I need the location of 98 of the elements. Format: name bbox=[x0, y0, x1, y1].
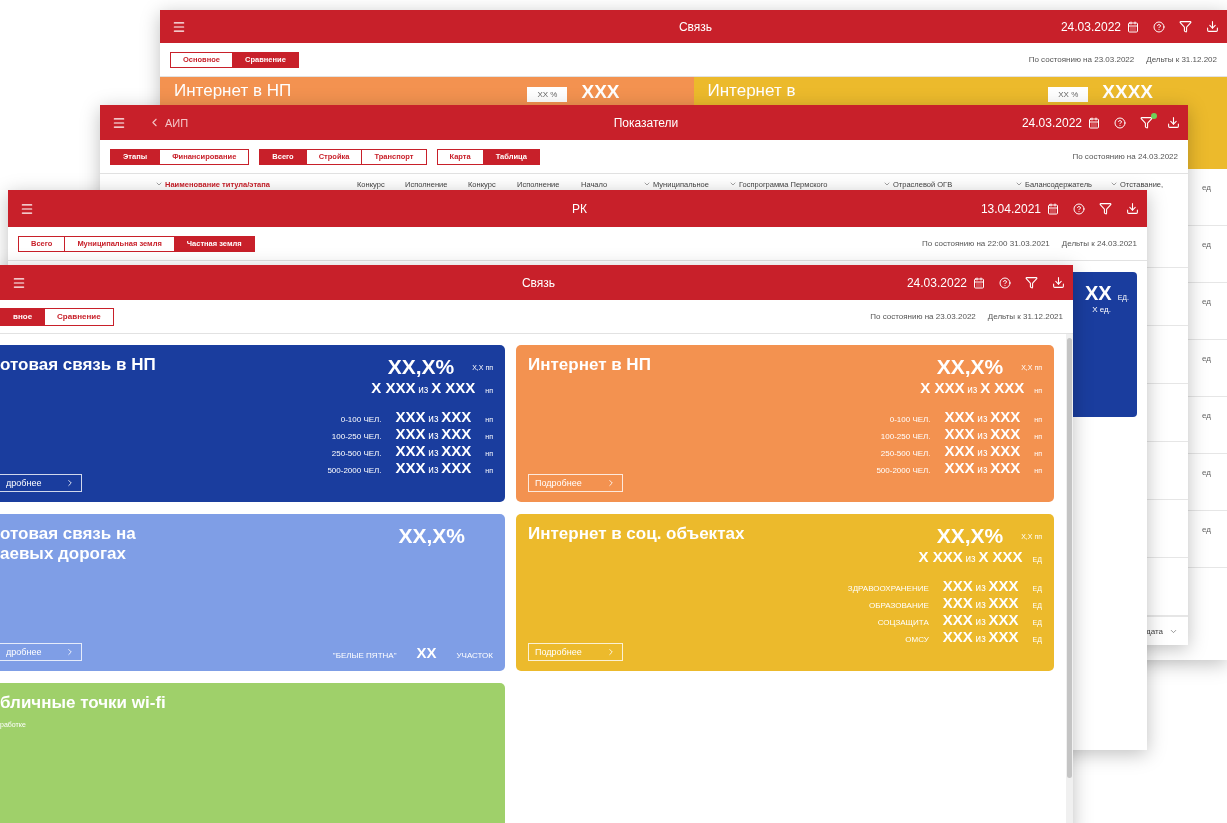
row-value: XXX из XXX bbox=[942, 611, 1019, 628]
card-note: X ед. bbox=[1092, 305, 1111, 314]
row-value: XXX из XXX bbox=[395, 442, 472, 459]
unit-text: ед bbox=[1202, 183, 1211, 192]
calendar-icon[interactable] bbox=[1127, 20, 1139, 33]
total-value: X XXX из X XXX bbox=[918, 548, 1023, 565]
back-link[interactable]: АИП bbox=[148, 116, 189, 129]
details-button[interactable]: дробнее bbox=[0, 474, 83, 492]
unit-text: ед bbox=[1202, 297, 1211, 306]
row-label: 100-250 ЧЕЛ. bbox=[331, 432, 382, 441]
row-value: XXX из XXX bbox=[395, 408, 472, 425]
row-value: XXX из XXX bbox=[395, 425, 472, 442]
calendar-icon[interactable] bbox=[1047, 202, 1059, 215]
calendar-icon[interactable] bbox=[973, 276, 985, 289]
status-text: Дельты к 31.12.2021 bbox=[987, 312, 1063, 321]
row-value: XXX из XXX bbox=[942, 594, 1019, 611]
row-label: ОМСУ bbox=[905, 635, 929, 644]
percent-value: XX,X% bbox=[387, 355, 455, 379]
download-icon[interactable] bbox=[1052, 276, 1065, 289]
row-label: 250-500 ЧЕЛ. bbox=[880, 449, 931, 458]
date-text: 24.03.2022 bbox=[906, 275, 967, 290]
total-value: X XXX из X XXX bbox=[920, 379, 1025, 396]
unit-text: ед bbox=[1202, 411, 1211, 420]
card-title: отовая связь на аевых дорогах bbox=[0, 524, 136, 564]
download-icon[interactable] bbox=[1126, 202, 1139, 215]
stat-value: XX bbox=[416, 644, 437, 661]
row-label: 100-250 ЧЕЛ. bbox=[880, 432, 931, 441]
menu-icon[interactable] bbox=[172, 19, 186, 34]
tab[interactable]: вное bbox=[1, 308, 45, 325]
scrollbar[interactable] bbox=[1066, 334, 1073, 823]
status-text: Дельты к 24.03.2021 bbox=[1061, 239, 1137, 248]
card-value: XXXX bbox=[1102, 81, 1153, 103]
help-icon[interactable] bbox=[1153, 20, 1165, 33]
caret-icon[interactable] bbox=[643, 180, 651, 188]
filter-icon[interactable] bbox=[1099, 202, 1112, 215]
row-value: XXX из XXX bbox=[944, 425, 1021, 442]
row-value: XXX из XXX bbox=[944, 459, 1021, 476]
card-title: Интернет в НП bbox=[174, 81, 293, 101]
row-value: XXX из XXX bbox=[944, 442, 1021, 459]
filter-icon[interactable] bbox=[1179, 20, 1192, 33]
date-text: 24.03.2022 bbox=[1021, 115, 1082, 130]
caret-icon[interactable] bbox=[1110, 180, 1118, 188]
menu-icon[interactable] bbox=[112, 115, 126, 130]
menu-icon[interactable] bbox=[20, 201, 34, 216]
caret-icon[interactable] bbox=[729, 180, 737, 188]
window-title: Показатели bbox=[613, 115, 679, 130]
row-value: XXX из XXX bbox=[942, 577, 1019, 594]
row-label: СОЦЗАЩИТА bbox=[877, 618, 929, 627]
window-title: Связь bbox=[678, 19, 713, 34]
date-text: 13.04.2021 bbox=[980, 201, 1041, 216]
row-value: XXX из XXX bbox=[942, 628, 1019, 645]
status-text: По состоянию на 23.03.2022 bbox=[870, 312, 976, 321]
row-label: ЗДРАВООХРАНЕНИЕ bbox=[847, 584, 929, 593]
card-title: отовая связь в НП bbox=[0, 355, 156, 375]
caret-icon[interactable] bbox=[883, 180, 891, 188]
percent-value: XX,X% bbox=[936, 355, 1004, 379]
window-title: Связь bbox=[521, 275, 556, 290]
percent-value: XX,X% bbox=[936, 524, 1004, 548]
row-value: XXX из XXX bbox=[944, 408, 1021, 425]
calendar-icon[interactable] bbox=[1088, 116, 1100, 129]
status-text: По состоянию на 22:00 31.03.2021 bbox=[922, 239, 1050, 248]
row-label: ОБРАЗОВАНИЕ bbox=[869, 601, 929, 610]
stat-label: "БЕЛЫЕ ПЯТНА" bbox=[332, 651, 397, 660]
help-icon[interactable] bbox=[1073, 202, 1085, 215]
status-text: По состоянию на 23.03.2022 bbox=[1028, 55, 1135, 64]
unit-text: ед bbox=[1202, 240, 1211, 249]
download-icon[interactable] bbox=[1167, 116, 1180, 129]
row-label: 500-2000 ЧЕЛ. bbox=[327, 466, 382, 475]
percent-chip: XX % bbox=[527, 87, 568, 102]
row-label: 0-100 ЧЕЛ. bbox=[889, 415, 931, 424]
filter-icon[interactable] bbox=[1025, 276, 1038, 289]
help-icon[interactable] bbox=[1114, 116, 1126, 129]
percent-value: XX,X% bbox=[398, 524, 465, 548]
unit-text: УЧАСТОК bbox=[456, 651, 493, 660]
download-icon[interactable] bbox=[1206, 20, 1219, 33]
help-icon[interactable] bbox=[999, 276, 1011, 289]
caret-icon[interactable] bbox=[1015, 180, 1023, 188]
row-label: 0-100 ЧЕЛ. bbox=[340, 415, 382, 424]
total-value: X XXX из X XXX bbox=[371, 379, 476, 396]
card-title: Интернет в соц. объектах bbox=[528, 524, 745, 544]
row-label: 250-500 ЧЕЛ. bbox=[331, 449, 382, 458]
status-text: По состоянию на 24.03.2022 bbox=[1072, 152, 1178, 161]
card-value: XXX bbox=[581, 81, 620, 103]
card-value: XX bbox=[1084, 282, 1112, 305]
status-text: Дельты к 31.12.202 bbox=[1146, 55, 1217, 64]
card-title: Интернет в НП bbox=[528, 355, 651, 375]
unit-text: ед bbox=[1202, 525, 1211, 534]
menu-icon[interactable] bbox=[12, 275, 26, 290]
card-title: Интернет в bbox=[707, 81, 797, 101]
percent-chip: XX % bbox=[1048, 87, 1089, 102]
row-value: XXX из XXX bbox=[395, 459, 472, 476]
row-label: 500-2000 ЧЕЛ. bbox=[876, 466, 931, 475]
caret-icon[interactable] bbox=[155, 180, 163, 188]
window-title: РК bbox=[572, 201, 587, 216]
unit-text: ед bbox=[1202, 468, 1211, 477]
card-title: бличные точки wi-fi bbox=[0, 693, 166, 713]
date-text: 24.03.2022 bbox=[1060, 19, 1121, 34]
unit-text: ед bbox=[1202, 354, 1211, 363]
